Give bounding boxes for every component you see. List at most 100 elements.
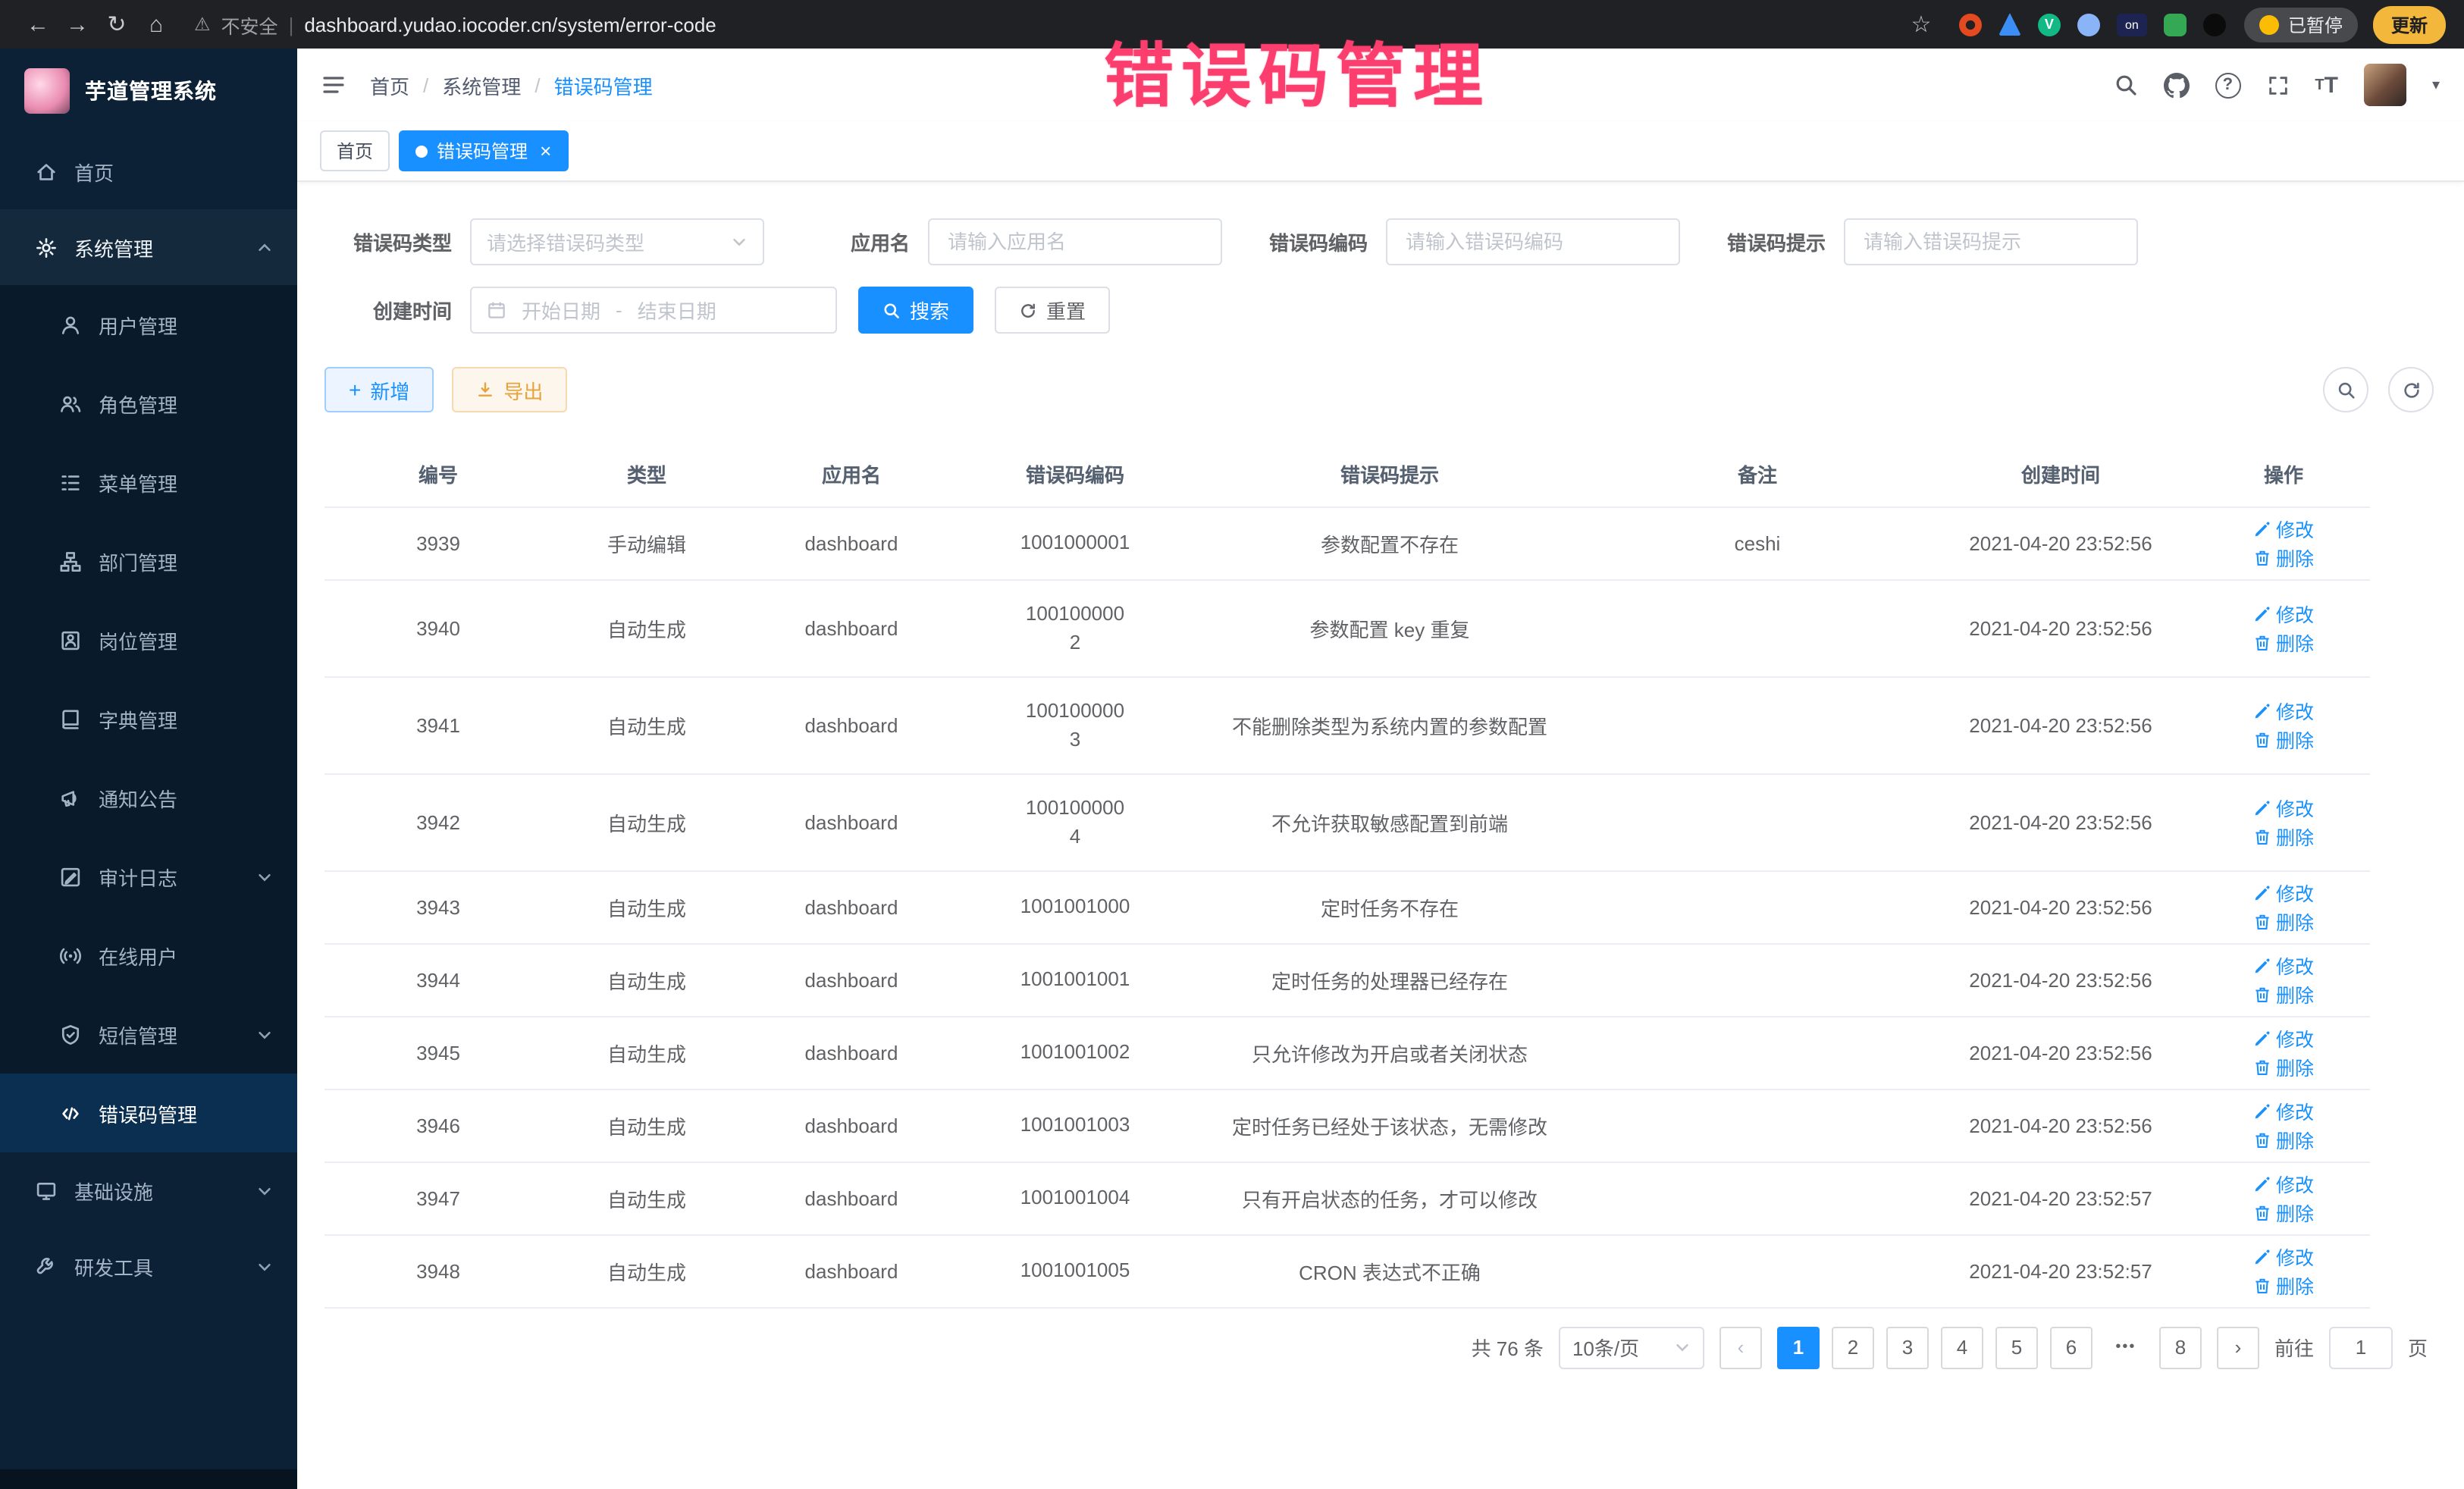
extension-green-icon[interactable] (2164, 13, 2187, 36)
user-avatar[interactable] (2364, 64, 2406, 106)
page-button[interactable]: 2 (1832, 1326, 1874, 1368)
sidebar-item-book[interactable]: 字典管理 (0, 679, 297, 758)
sidebar-collapse-bar[interactable] (0, 1469, 297, 1489)
sidebar-item-label: 基础设施 (74, 1176, 241, 1205)
calendar-icon (487, 300, 506, 320)
address-bar[interactable]: ⚠ 不安全 | dashboard.yudao.iocoder.cn/syste… (194, 10, 716, 39)
page-button[interactable]: 6 (2050, 1326, 2093, 1368)
sidebar-item-label: 用户管理 (99, 310, 273, 339)
breadcrumb-item[interactable]: 系统管理 (442, 71, 521, 99)
page-button[interactable]: 8 (2159, 1326, 2202, 1368)
code-input[interactable] (1403, 229, 1663, 255)
edit-link[interactable]: 修改 (2253, 1023, 2314, 1052)
delete-link[interactable]: 删除 (2253, 725, 2314, 754)
page-button[interactable]: 4 (1941, 1326, 1983, 1368)
sidebar-item-sms[interactable]: 短信管理 (0, 995, 297, 1074)
export-button[interactable]: 导出 (452, 367, 567, 412)
edit-link[interactable]: 修改 (2253, 514, 2314, 543)
sidebar-item-log[interactable]: 审计日志 (0, 837, 297, 916)
github-icon[interactable] (2163, 72, 2189, 98)
cell-actions: 修改删除 (2197, 1089, 2370, 1161)
page-button[interactable]: 3 (1886, 1326, 1929, 1368)
page-size-select[interactable]: 10条/页 (1559, 1326, 1704, 1368)
sidebar-item-home[interactable]: 首页 (0, 133, 297, 209)
fullscreen-icon[interactable] (2266, 74, 2289, 96)
delete-link[interactable]: 删除 (2253, 1125, 2314, 1154)
sidebar-item-org[interactable]: 部门管理 (0, 522, 297, 600)
sidebar-item-tool[interactable]: 研发工具 (0, 1228, 297, 1304)
search-icon[interactable] (2113, 73, 2137, 97)
refresh-table-button[interactable] (2388, 367, 2434, 412)
delete-link[interactable]: 删除 (2253, 822, 2314, 851)
cell-remark (1591, 943, 1924, 1016)
edit-link[interactable]: 修改 (2253, 793, 2314, 822)
page-button[interactable]: 5 (1995, 1326, 2038, 1368)
extension-people-icon[interactable] (2077, 13, 2100, 36)
chevron-down-icon (1674, 1339, 1691, 1356)
delete-link[interactable]: 删除 (2253, 1198, 2314, 1227)
sidebar-item-megaphone[interactable]: 通知公告 (0, 758, 297, 837)
reset-button[interactable]: 重置 (995, 287, 1110, 334)
sidebar-item-label: 研发工具 (74, 1252, 241, 1281)
tab-错误码管理[interactable]: 错误码管理× (399, 130, 568, 171)
delete-link[interactable]: 删除 (2253, 980, 2314, 1008)
edit-link[interactable]: 修改 (2253, 1169, 2314, 1198)
extension-v-icon[interactable]: V (2038, 13, 2061, 36)
delete-link[interactable]: 删除 (2253, 1052, 2314, 1081)
cell-time: 2021-04-20 23:52:57 (1924, 1161, 2197, 1234)
prev-page-button[interactable]: ‹ (1719, 1326, 1762, 1368)
delete-link[interactable]: 删除 (2253, 1271, 2314, 1299)
page-button[interactable]: 1 (1777, 1326, 1820, 1368)
reload-icon[interactable]: ↻ (97, 11, 136, 38)
add-button[interactable]: + 新增 (324, 367, 434, 412)
extension-on-icon[interactable]: on (2117, 13, 2147, 36)
delete-link[interactable]: 删除 (2253, 907, 2314, 936)
edit-link[interactable]: 修改 (2253, 1096, 2314, 1125)
sidebar-item-label: 字典管理 (99, 704, 273, 733)
close-icon[interactable]: × (540, 141, 551, 161)
date-range-picker[interactable]: 开始日期 - 结束日期 (470, 287, 837, 334)
paused-badge[interactable]: 已暂停 (2244, 7, 2358, 42)
home-icon[interactable]: ⌂ (136, 11, 176, 37)
type-select[interactable]: 请选择错误码类型 (470, 218, 764, 265)
bookmark-star-icon[interactable]: ☆ (1901, 11, 1941, 38)
delete-link[interactable]: 删除 (2253, 628, 2314, 657)
sidebar-item-online[interactable]: 在线用户 (0, 916, 297, 995)
hint-input[interactable] (1861, 229, 2121, 255)
sidebar-item-menu[interactable]: 菜单管理 (0, 443, 297, 522)
goto-page-input[interactable] (2329, 1326, 2393, 1368)
extension-blue-icon[interactable] (1998, 13, 2021, 36)
back-icon[interactable]: ← (18, 11, 58, 37)
app-input[interactable] (945, 229, 1205, 255)
font-size-icon[interactable]: TT (2315, 72, 2338, 98)
avatar-caret-icon[interactable]: ▾ (2432, 77, 2440, 93)
breadcrumb-item[interactable]: 错误码管理 (554, 71, 653, 99)
delete-link[interactable]: 删除 (2253, 543, 2314, 572)
extension-red-icon[interactable] (1959, 13, 1982, 36)
header-actions: ? TT ▾ (2113, 64, 2440, 106)
tab-首页[interactable]: 首页 (320, 130, 390, 171)
sidebar-item-infra[interactable]: 基础设施 (0, 1152, 297, 1228)
edit-link[interactable]: 修改 (2253, 951, 2314, 980)
breadcrumb-item[interactable]: 首页 (370, 71, 409, 99)
extension-paw-icon[interactable] (2203, 13, 2226, 36)
update-button[interactable]: 更新 (2373, 5, 2446, 43)
toggle-search-button[interactable] (2323, 367, 2368, 412)
edit-link[interactable]: 修改 (2253, 599, 2314, 628)
cell-app: dashboard (741, 773, 961, 870)
sidebar-item-user[interactable]: 用户管理 (0, 285, 297, 364)
app-logo[interactable]: 芋道管理系统 (0, 49, 297, 133)
edit-link[interactable]: 修改 (2253, 1242, 2314, 1271)
pagination-ellipsis[interactable]: ••• (2105, 1326, 2147, 1368)
hamburger-icon[interactable] (321, 73, 346, 97)
help-icon[interactable]: ? (2215, 72, 2240, 98)
sidebar-item-users[interactable]: 角色管理 (0, 364, 297, 443)
forward-icon[interactable]: → (58, 11, 97, 37)
sidebar-item-code[interactable]: 错误码管理 (0, 1074, 297, 1152)
sidebar-item-badge[interactable]: 岗位管理 (0, 600, 297, 679)
edit-link[interactable]: 修改 (2253, 696, 2314, 725)
edit-link[interactable]: 修改 (2253, 878, 2314, 907)
sidebar-item-gear[interactable]: 系统管理 (0, 209, 297, 285)
search-button[interactable]: 搜索 (858, 287, 973, 334)
next-page-button[interactable]: › (2217, 1326, 2259, 1368)
